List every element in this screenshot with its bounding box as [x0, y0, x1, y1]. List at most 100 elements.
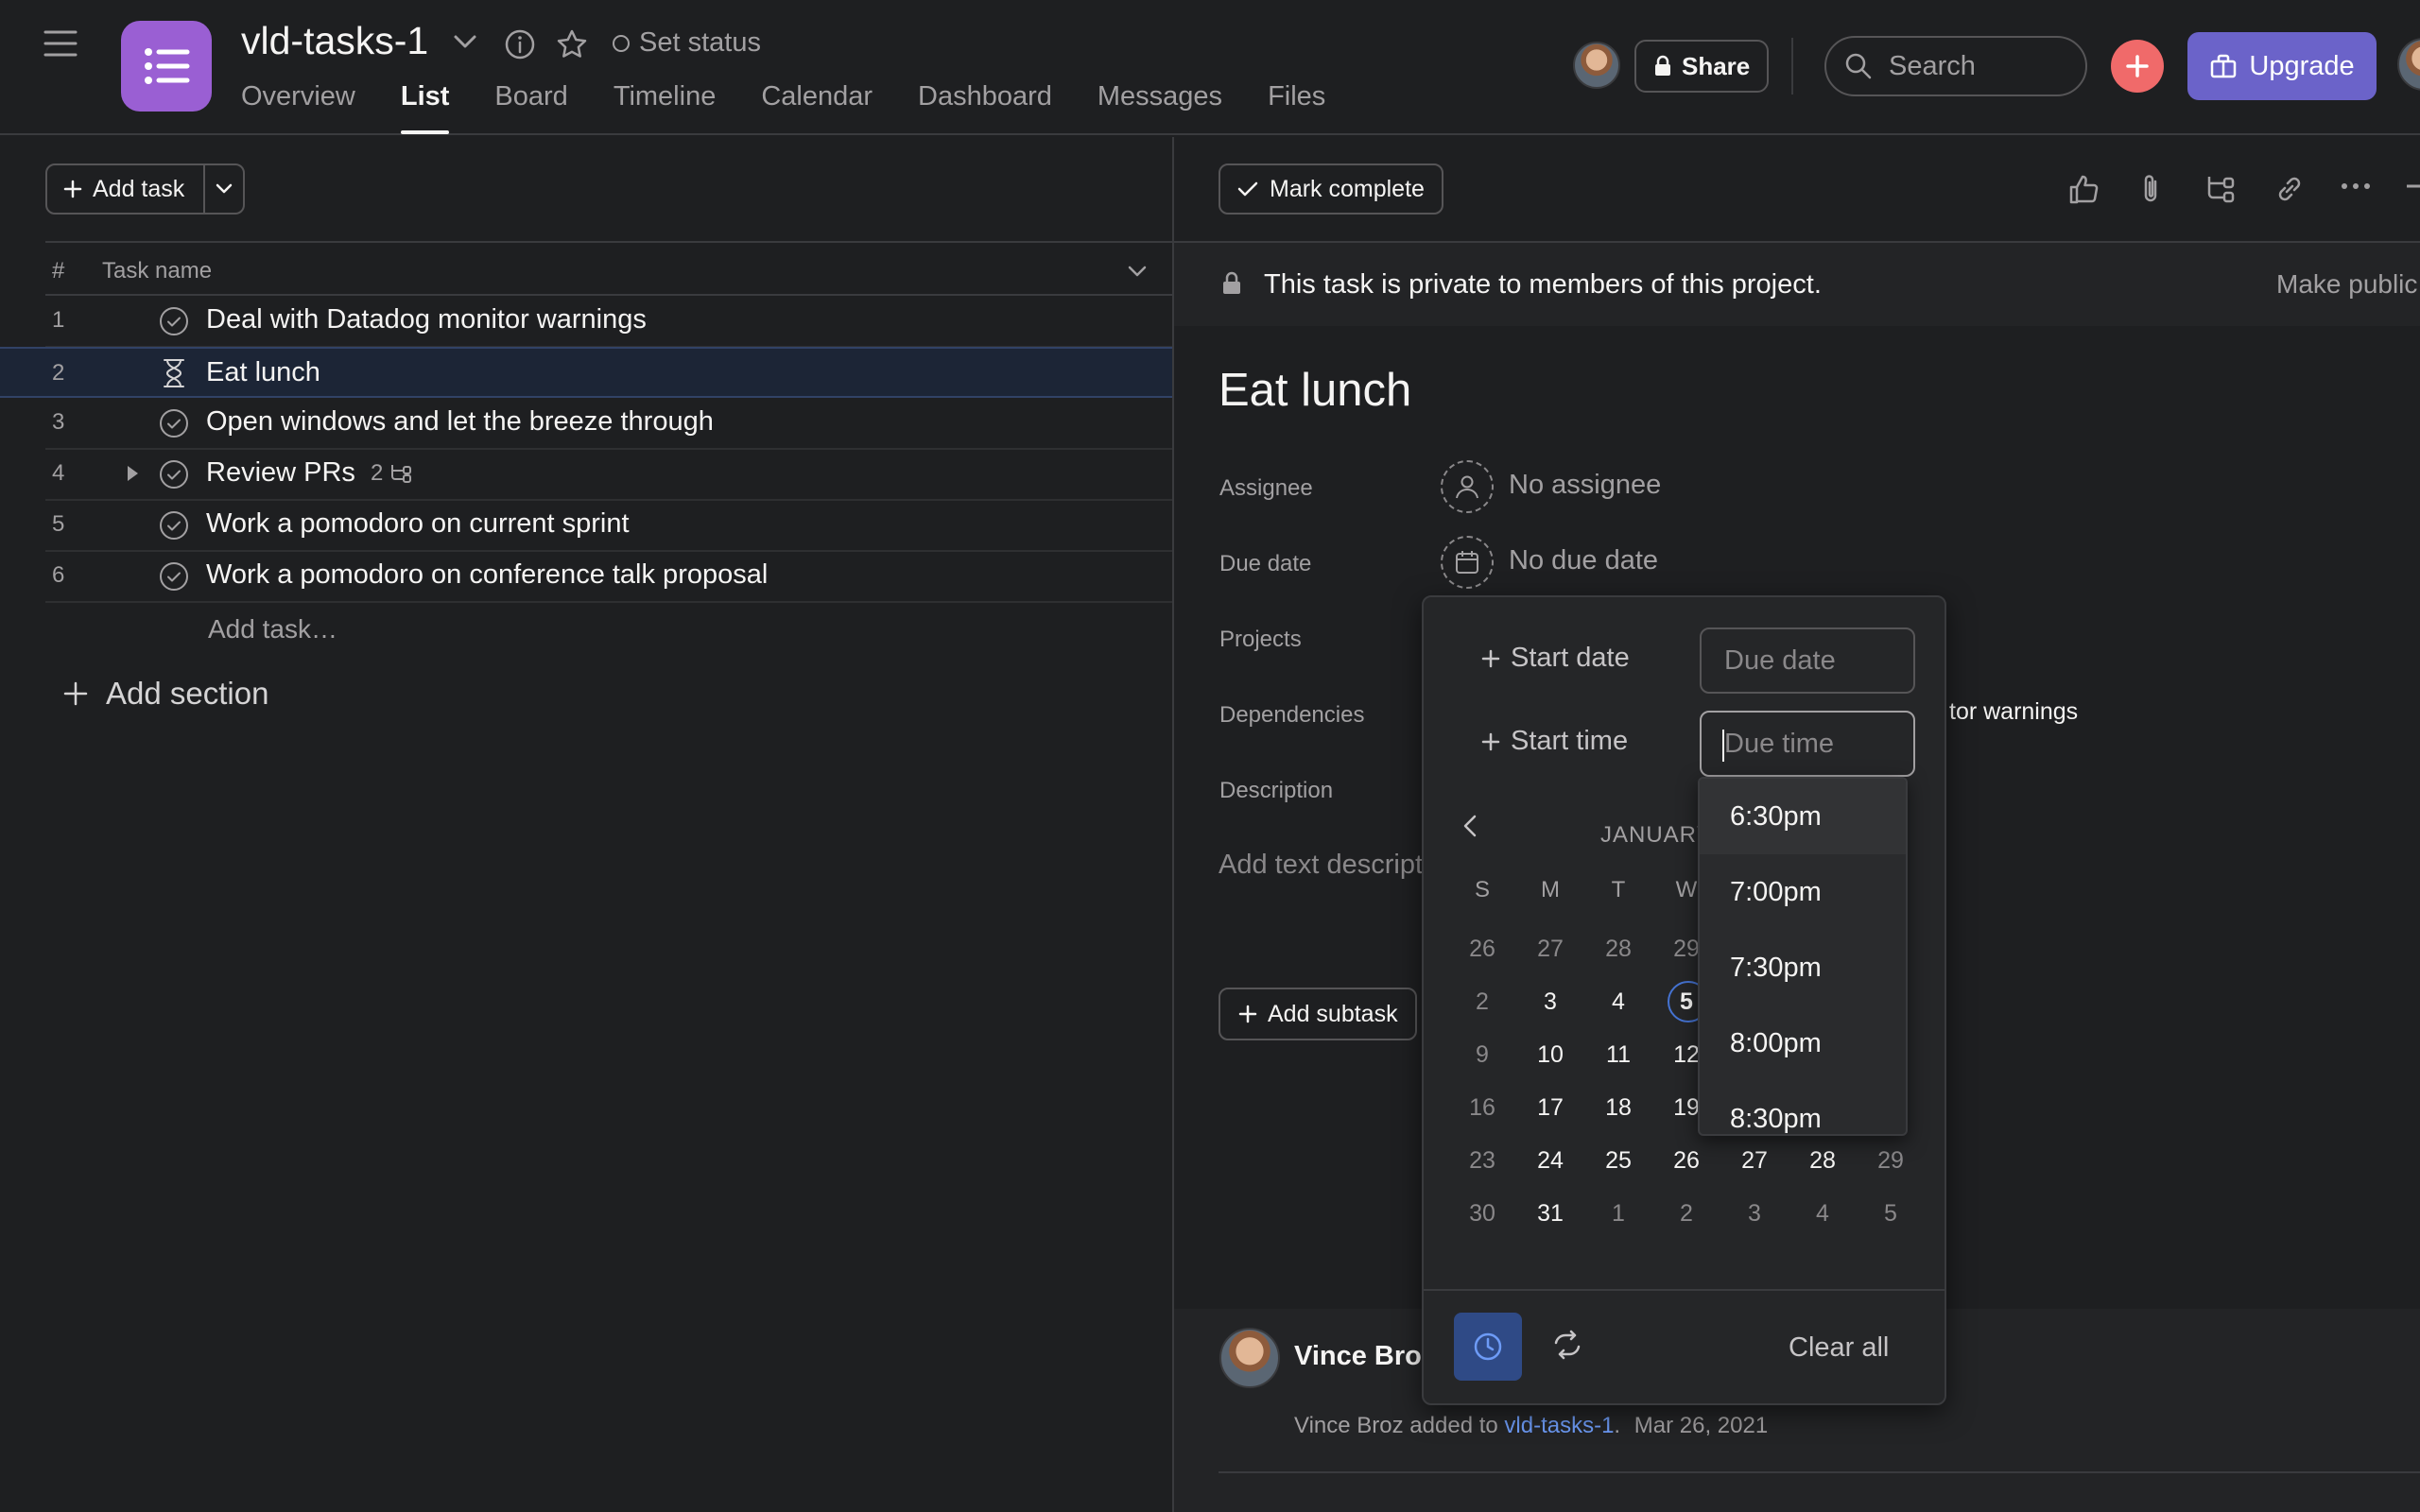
- add-start-time-button[interactable]: Start time: [1480, 726, 1628, 757]
- calendar-day[interactable]: 5: [1868, 1194, 1913, 1232]
- mark-complete-button[interactable]: Mark complete: [1219, 163, 1443, 215]
- calendar-day[interactable]: 29: [1868, 1142, 1913, 1179]
- check-circle-icon[interactable]: [158, 560, 190, 593]
- add-section-button[interactable]: Add section: [62, 676, 268, 712]
- column-header-task-name[interactable]: Task name: [102, 258, 212, 284]
- calendar-day[interactable]: 4: [1800, 1194, 1845, 1232]
- subtask-icon[interactable]: [2204, 173, 2237, 205]
- tab-board[interactable]: Board: [494, 81, 567, 134]
- share-button[interactable]: Share: [1634, 40, 1770, 93]
- task-title[interactable]: Eat lunch: [1219, 364, 1411, 417]
- add-task-button[interactable]: Add task: [47, 165, 203, 213]
- add-task-dropdown-button[interactable]: [203, 165, 243, 213]
- table-row[interactable]: 1 Deal with Datadog monitor warnings: [0, 296, 1172, 348]
- author-avatar[interactable]: [1219, 1328, 1280, 1388]
- tab-overview[interactable]: Overview: [241, 81, 355, 134]
- member-avatar[interactable]: [1573, 42, 1620, 89]
- attachment-icon[interactable]: [2138, 173, 2165, 205]
- due-time-input[interactable]: Due time: [1700, 711, 1915, 777]
- assignee-value[interactable]: No assignee: [1509, 470, 1661, 501]
- info-icon[interactable]: [504, 28, 536, 60]
- more-options-icon[interactable]: [2340, 181, 2372, 191]
- calendar-icon[interactable]: [1441, 536, 1494, 589]
- description-input[interactable]: Add text descript: [1219, 850, 1423, 881]
- add-subtask-button[interactable]: Add subtask: [1219, 988, 1417, 1040]
- calendar-day[interactable]: 26: [1664, 1142, 1709, 1179]
- table-row[interactable]: 5 Work a pomodoro on current sprint: [0, 500, 1172, 552]
- previous-month-icon[interactable]: [1460, 813, 1482, 839]
- column-options-chevron-icon[interactable]: [1127, 264, 1148, 279]
- set-status-button[interactable]: Set status: [613, 27, 761, 59]
- time-option[interactable]: 7:30pm: [1700, 930, 1906, 1005]
- time-toggle-button[interactable]: [1454, 1313, 1522, 1381]
- hourglass-icon[interactable]: [162, 358, 186, 388]
- like-icon[interactable]: [2067, 173, 2100, 205]
- calendar-day[interactable]: 30: [1460, 1194, 1505, 1232]
- check-circle-icon[interactable]: [158, 458, 190, 490]
- due-date-input[interactable]: Due date: [1700, 627, 1915, 694]
- calendar-day[interactable]: 18: [1596, 1089, 1641, 1126]
- calendar-day[interactable]: 4: [1596, 983, 1641, 1021]
- calendar-day[interactable]: 28: [1800, 1142, 1845, 1179]
- dependency-task-name[interactable]: tor warnings: [1949, 698, 2078, 726]
- time-option[interactable]: 8:30pm: [1700, 1081, 1906, 1134]
- due-date-value[interactable]: No due date: [1509, 545, 1658, 576]
- close-pane-icon[interactable]: [2407, 184, 2420, 188]
- calendar-day[interactable]: 17: [1528, 1089, 1573, 1126]
- tab-messages[interactable]: Messages: [1098, 81, 1222, 134]
- upgrade-button[interactable]: Upgrade: [2187, 32, 2377, 100]
- add-start-date-button[interactable]: Start date: [1480, 643, 1630, 674]
- tab-list[interactable]: List: [400, 81, 449, 134]
- tab-calendar[interactable]: Calendar: [761, 81, 873, 134]
- projects-label: Projects: [1219, 627, 1302, 652]
- table-row[interactable]: 6 Work a pomodoro on conference talk pro…: [0, 551, 1172, 603]
- repeat-icon[interactable]: [1550, 1329, 1584, 1361]
- time-option[interactable]: 7:00pm: [1700, 854, 1906, 930]
- calendar-day[interactable]: 3: [1528, 983, 1573, 1021]
- calendar-day[interactable]: 26: [1460, 930, 1505, 968]
- calendar-day[interactable]: 1: [1596, 1194, 1641, 1232]
- calendar-day[interactable]: 9: [1460, 1036, 1505, 1074]
- table-row[interactable]: 4 Review PRs 2: [0, 449, 1172, 501]
- create-button[interactable]: [2111, 40, 2164, 93]
- tab-files[interactable]: Files: [1268, 81, 1325, 134]
- tab-timeline[interactable]: Timeline: [614, 81, 717, 134]
- calendar-day[interactable]: 25: [1596, 1142, 1641, 1179]
- calendar-day[interactable]: 24: [1528, 1142, 1573, 1179]
- tab-dashboard[interactable]: Dashboard: [918, 81, 1052, 134]
- subtask-count[interactable]: 2: [371, 460, 413, 487]
- calendar-day[interactable]: 28: [1596, 930, 1641, 968]
- calendar-day[interactable]: 31: [1528, 1194, 1573, 1232]
- check-circle-icon[interactable]: [158, 407, 190, 439]
- table-row[interactable]: 3 Open windows and let the breeze throug…: [0, 398, 1172, 450]
- clear-all-button[interactable]: Clear all: [1789, 1332, 1889, 1364]
- check-circle-icon[interactable]: [158, 509, 190, 541]
- add-task-inline-input[interactable]: Add task…: [208, 614, 337, 644]
- project-title[interactable]: vld-tasks-1: [241, 19, 428, 63]
- calendar-day[interactable]: 27: [1528, 930, 1573, 968]
- time-option[interactable]: 8:00pm: [1700, 1005, 1906, 1081]
- calendar-day[interactable]: 11: [1596, 1036, 1641, 1074]
- calendar-day[interactable]: 10: [1528, 1036, 1573, 1074]
- upgrade-label: Upgrade: [2249, 50, 2355, 81]
- calendar-day[interactable]: 23: [1460, 1142, 1505, 1179]
- calendar-day[interactable]: 3: [1732, 1194, 1777, 1232]
- assignee-avatar-placeholder-icon[interactable]: [1441, 460, 1494, 513]
- activity-project-link[interactable]: vld-tasks-1: [1504, 1413, 1614, 1438]
- chevron-down-icon[interactable]: [452, 32, 478, 51]
- activity-author[interactable]: Vince Broz: [1294, 1341, 1435, 1372]
- table-row-selected[interactable]: 2 Eat lunch: [0, 347, 1172, 398]
- user-avatar[interactable]: [2397, 38, 2420, 91]
- search-input[interactable]: Search: [1824, 36, 2087, 96]
- check-circle-icon[interactable]: [158, 305, 190, 337]
- hamburger-menu-icon[interactable]: [43, 28, 78, 59]
- calendar-day[interactable]: 2: [1664, 1194, 1709, 1232]
- calendar-day[interactable]: 16: [1460, 1089, 1505, 1126]
- star-icon[interactable]: [556, 28, 588, 60]
- expand-subtasks-icon[interactable]: [125, 464, 140, 483]
- make-public-button[interactable]: Make public: [2276, 269, 2417, 300]
- link-icon[interactable]: [2273, 173, 2306, 205]
- calendar-day[interactable]: 27: [1732, 1142, 1777, 1179]
- calendar-day[interactable]: 2: [1460, 983, 1505, 1021]
- time-option[interactable]: 6:30pm: [1700, 779, 1906, 854]
